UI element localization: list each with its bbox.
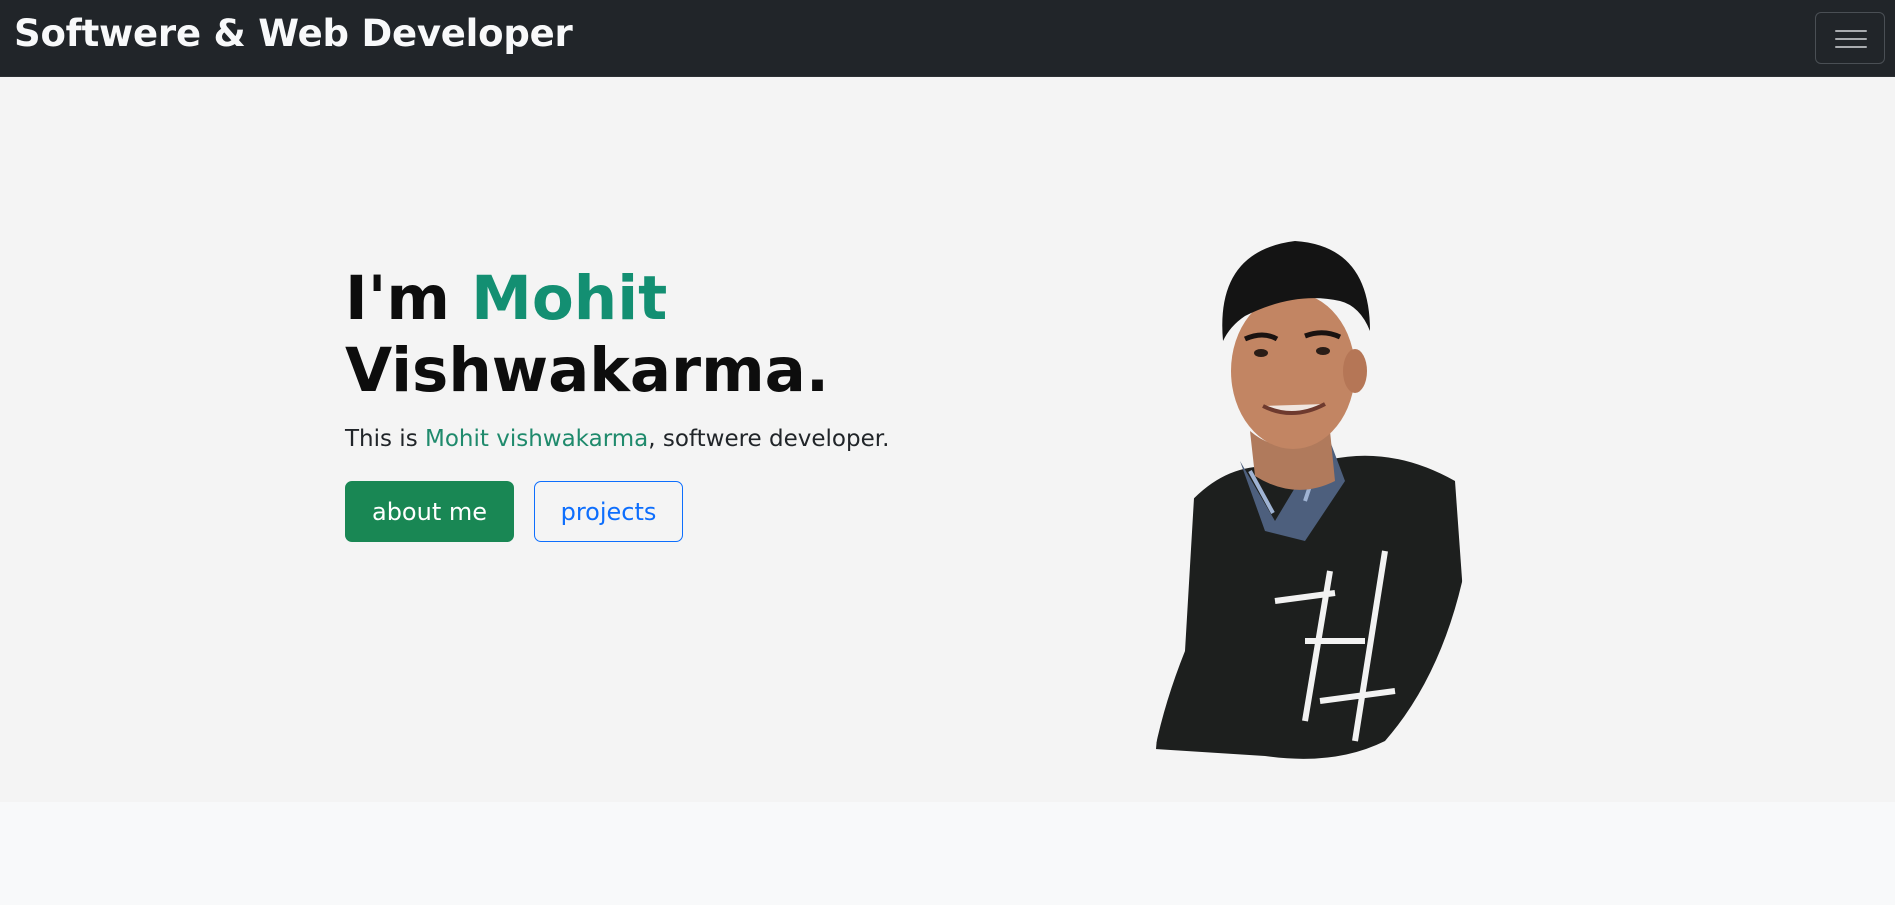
- hero-subtitle: This is Mohit vishwakarma, softwere deve…: [345, 426, 889, 452]
- about-me-button[interactable]: about me: [345, 481, 514, 542]
- page-footer-area: [0, 802, 1895, 905]
- heading-surname: Vishwakarma.: [345, 335, 830, 406]
- hero-section: I'm Mohit Vishwakarma. This is Mohit vish…: [0, 77, 1895, 802]
- subtitle-prefix: This is: [345, 426, 425, 452]
- projects-button[interactable]: projects: [534, 481, 683, 542]
- subtitle-name: Mohit vishwakarma: [425, 426, 649, 452]
- subtitle-suffix: , softwere developer.: [648, 426, 890, 452]
- navbar-brand[interactable]: Softwere & Web Developer: [14, 12, 573, 55]
- top-navbar: Softwere & Web Developer: [0, 0, 1895, 77]
- navbar-toggler-button[interactable]: [1815, 12, 1885, 64]
- heading-prefix: I'm: [345, 263, 472, 334]
- heading-name: Mohit: [471, 263, 668, 334]
- hamburger-menu-icon: [1835, 30, 1867, 32]
- profile-photo: [1155, 228, 1474, 759]
- hero-heading: I'm Mohit Vishwakarma.: [345, 263, 865, 407]
